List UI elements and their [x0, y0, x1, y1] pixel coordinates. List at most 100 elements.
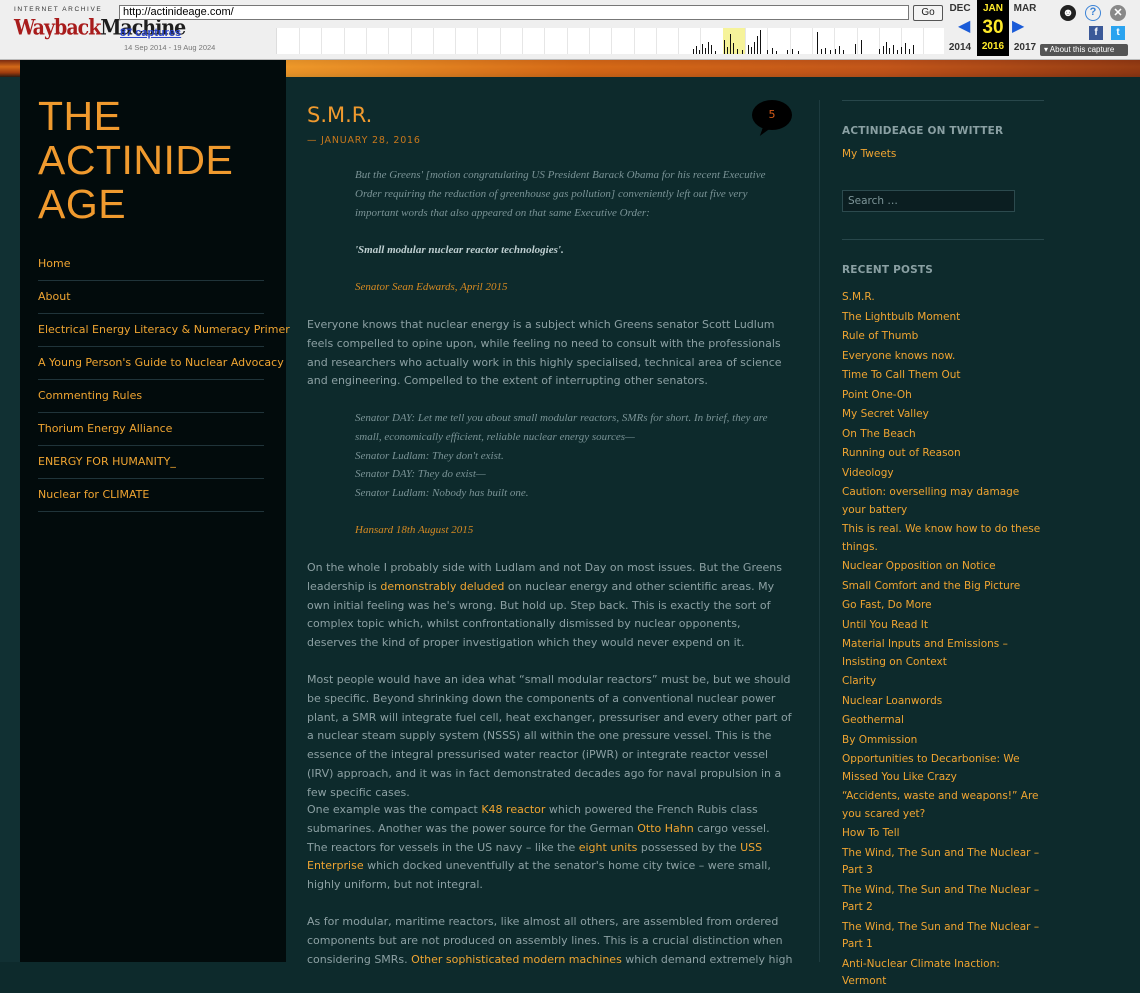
post-title[interactable]: S.M.R.: [307, 103, 372, 127]
recent-post-link[interactable]: How To Tell: [842, 825, 1044, 843]
recent-post-link[interactable]: Anti-Nuclear Climate Inaction: Vermont: [842, 956, 1044, 991]
search-input[interactable]: Search …: [842, 190, 1015, 212]
sparkline-capture-tick[interactable]: [821, 49, 822, 54]
sparkline-capture-tick[interactable]: [792, 49, 793, 54]
sparkline-capture-tick[interactable]: [751, 47, 752, 54]
nav-item-energy-literacy-primer[interactable]: Electrical Energy Literacy & Numeracy Pr…: [38, 314, 290, 347]
recent-post-link[interactable]: Nuclear Opposition on Notice: [842, 558, 1044, 576]
sparkline-capture-tick[interactable]: [711, 45, 712, 54]
twitter-icon[interactable]: t: [1111, 26, 1125, 40]
nav-item-nuclear-for-climate[interactable]: Nuclear for CLIMATE: [38, 479, 264, 512]
sparkline-capture-tick[interactable]: [702, 44, 703, 54]
close-icon[interactable]: ✕: [1110, 5, 1126, 21]
sparkline-capture-tick[interactable]: [724, 40, 725, 54]
sparkline-capture-tick[interactable]: [817, 32, 818, 54]
sparkline-capture-tick[interactable]: [897, 50, 898, 54]
sparkline-capture-tick[interactable]: [886, 42, 887, 54]
recent-post-link[interactable]: By Ommission: [842, 732, 1044, 750]
my-tweets-link[interactable]: My Tweets: [842, 148, 896, 160]
sparkline-capture-tick[interactable]: [787, 50, 788, 54]
sparkline-capture-tick[interactable]: [760, 30, 761, 54]
sparkline-capture-tick[interactable]: [757, 36, 758, 54]
sparkline-capture-tick[interactable]: [705, 48, 706, 54]
recent-post-link[interactable]: Time To Call Them Out: [842, 367, 1044, 385]
wayback-next-year[interactable]: 2017: [1010, 42, 1040, 53]
sparkline-capture-tick[interactable]: [843, 50, 844, 54]
otto-hahn-link[interactable]: Otto Hahn: [637, 822, 693, 835]
sparkline-capture-tick[interactable]: [772, 48, 773, 54]
sparkline-capture-tick[interactable]: [905, 43, 906, 54]
nav-item-home[interactable]: Home: [38, 248, 264, 281]
wayback-next-month[interactable]: MAR: [1010, 3, 1040, 14]
sparkline-capture-tick[interactable]: [737, 49, 738, 54]
recent-post-link[interactable]: Nuclear Loanwords: [842, 693, 1044, 711]
sparkline-capture-tick[interactable]: [696, 46, 697, 54]
recent-post-link[interactable]: Go Fast, Do More: [842, 597, 1044, 615]
user-icon[interactable]: ☻: [1060, 5, 1076, 21]
recent-post-link[interactable]: Point One-Oh: [842, 387, 1044, 405]
recent-post-link[interactable]: Running out of Reason: [842, 445, 1044, 463]
recent-post-link[interactable]: My Secret Valley: [842, 406, 1044, 424]
recent-post-link[interactable]: Videology: [842, 465, 1044, 483]
sparkline-capture-tick[interactable]: [835, 49, 836, 54]
sparkline-capture-tick[interactable]: [825, 48, 826, 54]
demonstrably-deluded-link[interactable]: demonstrably deluded: [380, 580, 504, 593]
recent-post-link[interactable]: Clarity: [842, 673, 1044, 691]
sparkline-capture-tick[interactable]: [693, 49, 694, 54]
wayback-logo[interactable]: INTERNET ARCHIVE WaybackMachine: [14, 6, 186, 46]
recent-post-link[interactable]: On The Beach: [842, 426, 1044, 444]
help-icon[interactable]: ?: [1085, 5, 1101, 21]
sparkline-capture-tick[interactable]: [798, 51, 799, 54]
sparkline-capture-tick[interactable]: [893, 45, 894, 54]
recent-post-link[interactable]: Material Inputs and Emissions – Insistin…: [842, 636, 1044, 671]
sparkline-capture-tick[interactable]: [742, 50, 743, 54]
sparkline-capture-tick[interactable]: [699, 50, 700, 54]
sparkline-capture-tick[interactable]: [883, 46, 884, 54]
facebook-icon[interactable]: f: [1089, 26, 1103, 40]
wayback-captures-link[interactable]: 87 captures: [120, 27, 181, 39]
sparkline-capture-tick[interactable]: [855, 44, 856, 54]
sparkline-capture-tick[interactable]: [754, 42, 755, 54]
wayback-go-button[interactable]: Go: [913, 5, 943, 21]
comment-count-badge[interactable]: 5: [752, 100, 792, 130]
recent-post-link[interactable]: The Lightbulb Moment: [842, 309, 1044, 327]
recent-post-link[interactable]: Rule of Thumb: [842, 328, 1044, 346]
sophisticated-machines-link[interactable]: Other sophisticated modern machines: [411, 953, 622, 966]
wayback-prev-year[interactable]: 2014: [945, 42, 975, 53]
nav-item-about[interactable]: About: [38, 281, 264, 314]
nav-item-nuclear-advocacy-guide[interactable]: A Young Person's Guide to Nuclear Advoca…: [38, 347, 284, 380]
nav-item-commenting-rules[interactable]: Commenting Rules: [38, 380, 264, 413]
sparkline-capture-tick[interactable]: [733, 43, 734, 54]
wayback-prev-arrow-icon[interactable]: ◀: [958, 19, 970, 35]
recent-post-link[interactable]: “Accidents, waste and weapons!” Are you …: [842, 788, 1044, 823]
sparkline-capture-tick[interactable]: [830, 50, 831, 54]
sparkline-capture-tick[interactable]: [708, 42, 709, 54]
recent-post-link[interactable]: The Wind, The Sun and The Nuclear – Part…: [842, 845, 1044, 880]
sparkline-capture-tick[interactable]: [839, 46, 840, 54]
sparkline-capture-tick[interactable]: [879, 49, 880, 54]
recent-post-link[interactable]: Geothermal: [842, 712, 1044, 730]
recent-post-link[interactable]: The Wind, The Sun and The Nuclear – Part…: [842, 919, 1044, 954]
wayback-next-arrow-icon[interactable]: ▶: [1012, 19, 1024, 35]
sparkline-capture-tick[interactable]: [913, 45, 914, 54]
sparkline-capture-tick[interactable]: [715, 51, 716, 54]
recent-post-link[interactable]: S.M.R.: [842, 289, 1044, 307]
sparkline-capture-tick[interactable]: [901, 47, 902, 54]
sparkline-capture-tick[interactable]: [767, 50, 768, 54]
wayback-about-button[interactable]: ▾ About this capture: [1040, 44, 1128, 56]
recent-post-link[interactable]: Small Comfort and the Big Picture: [842, 578, 1044, 596]
recent-post-link[interactable]: Everyone knows now.: [842, 348, 1044, 366]
eight-units-link[interactable]: eight units: [579, 841, 638, 854]
wayback-url-input[interactable]: http://actinideage.com/: [119, 5, 909, 20]
sparkline-capture-tick[interactable]: [889, 48, 890, 54]
sparkline-capture-tick[interactable]: [727, 47, 728, 54]
recent-post-link[interactable]: Caution: overselling may damage your bat…: [842, 484, 1044, 519]
nav-item-thorium-energy-alliance[interactable]: Thorium Energy Alliance: [38, 413, 264, 446]
nav-item-energy-for-humanity[interactable]: ENERGY FOR HUMANITY_: [38, 446, 264, 479]
sparkline-capture-tick[interactable]: [776, 51, 777, 54]
k48-reactor-link[interactable]: K48 reactor: [481, 803, 545, 816]
wayback-prev-month[interactable]: DEC: [945, 3, 975, 14]
site-title[interactable]: THE ACTINIDE AGE: [38, 94, 278, 226]
sparkline-capture-tick[interactable]: [748, 45, 749, 54]
recent-post-link[interactable]: Opportunities to Decarbonise: We Missed …: [842, 751, 1044, 786]
